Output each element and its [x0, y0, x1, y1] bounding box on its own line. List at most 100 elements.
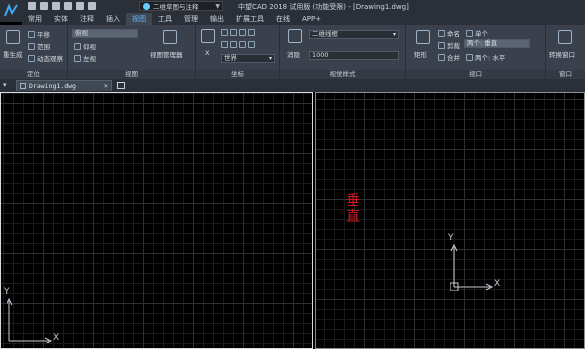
ucs-tools — [221, 29, 257, 36]
viewport-right[interactable]: 垂直 Y X — [315, 92, 585, 349]
tab-tools[interactable]: 工具 — [152, 13, 178, 25]
named-icon — [438, 29, 445, 37]
tab-app[interactable]: APP+ — [296, 13, 327, 25]
ucs-icon-right: Y X — [448, 233, 510, 291]
viewport-merge-button[interactable]: 合并 — [438, 52, 460, 62]
group-windows: 转换窗口 窗口 — [546, 25, 585, 79]
viewport-two-horizontal[interactable]: 两个: 水平 — [466, 52, 505, 62]
ucs-y-label: Y — [4, 287, 10, 297]
tab-extensions[interactable]: 扩展工具 — [230, 13, 270, 25]
close-icon[interactable]: × — [104, 81, 108, 91]
orbit-icon — [28, 54, 35, 62]
document-tab-bar: ▾ Drawing1.dwg × — [0, 79, 585, 92]
hide-button[interactable]: 消隐 — [287, 49, 300, 59]
ucs-view-icon[interactable] — [239, 29, 246, 36]
switch-window-button[interactable]: 转换窗口 — [549, 49, 575, 59]
chevron-down-icon: ▾ — [268, 55, 272, 62]
viewport-rect-button[interactable]: 矩形 — [414, 49, 427, 59]
ucs-world-select[interactable]: 世界 ▾ — [221, 54, 275, 63]
range-button[interactable]: 范围 — [28, 41, 50, 51]
tab-insert[interactable]: 插入 — [100, 13, 126, 25]
ribbon-panel: 重生成 平移 范围 动态观察 定位 俯视 仰视 左视 视图管理器 视图 X 世界… — [0, 25, 585, 79]
open-icon[interactable] — [28, 2, 36, 10]
switch-window-icon[interactable] — [558, 30, 572, 44]
group-windows-label: 窗口 — [546, 70, 585, 79]
orbit-button[interactable]: 动态观察 — [28, 53, 63, 63]
merge-icon — [438, 53, 445, 61]
workspace-label: 二维草图与注释 — [153, 3, 199, 11]
group-views-label: 视图 — [68, 70, 195, 79]
ucs-y-label: Y — [448, 233, 454, 243]
viewport-named-button[interactable]: 命名 — [438, 28, 460, 38]
single-viewport-icon — [466, 29, 473, 37]
group-navigate-label: 定位 — [0, 70, 67, 79]
group-viewports-label: 视口 — [406, 70, 545, 79]
save-icon[interactable] — [40, 2, 48, 10]
viewport-rect-icon[interactable] — [416, 30, 430, 44]
two-viewport-icon — [466, 53, 473, 61]
ucs-rotate-icon[interactable] — [230, 29, 237, 36]
ucs-icon[interactable] — [201, 29, 215, 43]
view-bottom-item[interactable]: 仰视 — [74, 41, 96, 51]
group-navigate: 重生成 平移 范围 动态观察 定位 — [0, 25, 68, 79]
tab-view[interactable]: 视图 — [126, 13, 152, 25]
regen-icon[interactable] — [6, 30, 20, 44]
tab-output[interactable]: 输出 — [204, 13, 230, 25]
group-views: 俯视 仰视 左视 视图管理器 视图 — [68, 25, 196, 79]
view-left-item[interactable]: 左视 — [74, 53, 96, 63]
ucs-x-button[interactable]: X — [205, 49, 209, 57]
tab-online[interactable]: 在线 — [270, 13, 296, 25]
viewport-single-button[interactable]: 单个 — [466, 28, 488, 38]
gear-icon — [143, 2, 150, 10]
annotation-text: 垂直 — [346, 193, 360, 225]
facet-value-input[interactable]: 1000 — [309, 51, 399, 60]
regen-button[interactable]: 重生成 — [3, 49, 23, 59]
hand-icon — [28, 30, 35, 38]
tab-common[interactable]: 常用 — [22, 13, 48, 25]
ucs-face-icon[interactable] — [239, 41, 246, 48]
save-as-icon[interactable] — [52, 2, 60, 10]
ucs-tools-2 — [221, 41, 257, 48]
viewport-annotation: 垂直 — [346, 193, 362, 225]
view-top-item[interactable]: 俯视 — [72, 29, 138, 38]
print-icon[interactable] — [64, 2, 72, 10]
tab-solid[interactable]: 实体 — [48, 13, 74, 25]
chevron-down-icon: ▼ — [215, 3, 220, 10]
ucs-3pt-icon[interactable] — [230, 41, 237, 48]
tab-annotate[interactable]: 注释 — [74, 13, 100, 25]
chevron-down-icon: ▾ — [392, 31, 396, 38]
viewport-two-vertical[interactable]: 两个: 垂直 — [464, 39, 530, 48]
ucs-origin-icon[interactable] — [221, 29, 228, 36]
ucs-x-label: X — [53, 333, 60, 343]
group-viewports: 矩形 命名 剪裁 合并 单个 两个: 垂直 两个: 水平 视口 — [406, 25, 546, 79]
pan-button[interactable]: 平移 — [28, 29, 50, 39]
new-tab-icon[interactable] — [117, 82, 125, 89]
ucs-z-icon[interactable] — [221, 41, 228, 48]
workspace-select[interactable]: 二维草图与注释 ▼ — [139, 1, 223, 11]
viewport-left[interactable]: Y X — [0, 92, 313, 349]
ucs-x-label: X — [494, 279, 501, 289]
window-title: 中望CAD 2018 试用版 (功能受限) - [Drawing1.dwg] — [238, 3, 409, 11]
ucs-object-icon[interactable] — [248, 29, 255, 36]
ribbon-tabs: 常用 实体 注释 插入 视图 工具 管理 输出 扩展工具 在线 APP+ — [22, 13, 585, 25]
drawing-icon — [20, 83, 26, 89]
zoom-extents-icon — [28, 42, 35, 50]
title-bar: 二维草图与注释 ▼ 中望CAD 2018 试用版 (功能受限) - [Drawi… — [0, 0, 585, 22]
app-logo[interactable] — [0, 0, 22, 22]
tab-manage[interactable]: 管理 — [178, 13, 204, 25]
quick-access-toolbar — [28, 2, 96, 10]
undo-icon[interactable] — [76, 2, 84, 10]
document-menu-icon[interactable]: ▾ — [3, 81, 7, 89]
clip-icon — [438, 41, 445, 49]
view-manager-icon[interactable] — [163, 30, 177, 44]
cube-icon — [74, 54, 81, 62]
ucs-named-icon[interactable] — [248, 41, 255, 48]
group-coordinates: X 世界 ▾ 坐标 — [196, 25, 280, 79]
redo-icon[interactable] — [88, 2, 96, 10]
view-manager-button[interactable]: 视图管理器 — [150, 49, 183, 59]
hide-icon[interactable] — [288, 29, 302, 43]
viewport-clip-button[interactable]: 剪裁 — [438, 40, 460, 50]
document-tab[interactable]: Drawing1.dwg × — [16, 80, 112, 91]
visual-style-select[interactable]: 二维线框 ▾ — [309, 30, 399, 39]
group-visual-styles-label: 视觉样式 — [280, 70, 405, 79]
